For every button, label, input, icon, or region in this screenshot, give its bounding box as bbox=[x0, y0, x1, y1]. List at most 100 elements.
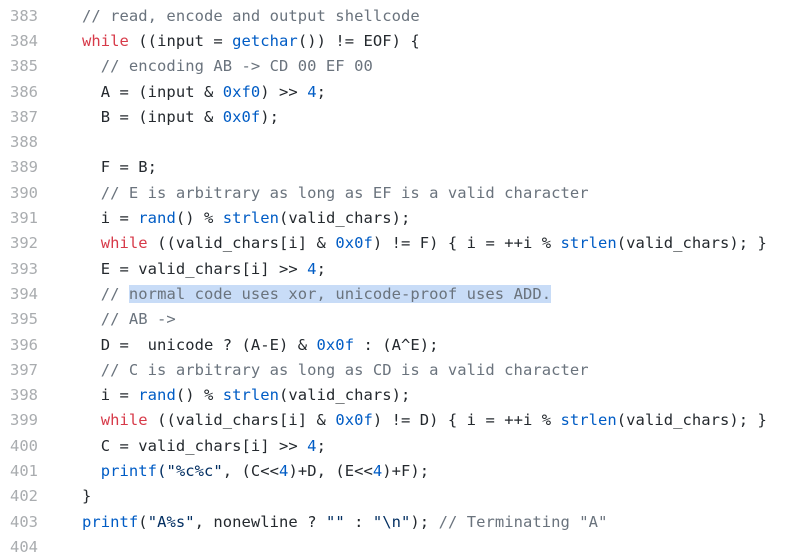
code-line[interactable]: 399 while ((valid_chars[i] & 0x0f) != D)… bbox=[0, 408, 800, 433]
code-line[interactable]: 384 while ((input = getchar()) != EOF) { bbox=[0, 28, 800, 53]
code-line[interactable]: 394 // normal code uses xor, unicode-pro… bbox=[0, 281, 800, 306]
line-number[interactable]: 395 bbox=[0, 310, 38, 328]
line-code[interactable]: while ((valid_chars[i] & 0x0f) != D) { i… bbox=[82, 411, 767, 429]
code-token-num: 4 bbox=[307, 259, 317, 278]
line-code[interactable]: printf("%c%c", (C<<4)+D, (E<<4)+F); bbox=[82, 462, 429, 480]
line-code[interactable]: B = (input & 0x0f); bbox=[82, 108, 279, 126]
code-line[interactable]: 387 B = (input & 0x0f); bbox=[0, 104, 800, 129]
line-number[interactable]: 393 bbox=[0, 260, 38, 278]
line-code[interactable]: F = B; bbox=[82, 158, 157, 176]
line-number[interactable]: 401 bbox=[0, 462, 38, 480]
code-token-func: getchar bbox=[232, 31, 298, 50]
line-number[interactable]: 390 bbox=[0, 184, 38, 202]
code-token-comment: // encoding AB -> CD 00 EF 00 bbox=[82, 57, 373, 76]
line-code[interactable]: // C is arbitrary as long as CD is a val… bbox=[82, 361, 589, 379]
code-line[interactable]: 404 bbox=[0, 534, 800, 559]
code-token-plain: ((valid_chars[i] & bbox=[147, 411, 336, 430]
code-token-plain: (valid_chars); bbox=[279, 209, 411, 228]
line-code[interactable]: E = valid_chars[i] >> 4; bbox=[82, 260, 326, 278]
code-token-plain: )+F); bbox=[382, 461, 430, 480]
line-number[interactable]: 403 bbox=[0, 513, 38, 531]
code-line[interactable]: 395 // AB -> bbox=[0, 307, 800, 332]
code-line[interactable]: 392 while ((valid_chars[i] & 0x0f) != F)… bbox=[0, 231, 800, 256]
line-number[interactable]: 391 bbox=[0, 209, 38, 227]
code-token-num: 0x0f bbox=[222, 107, 261, 126]
code-token-plain: (valid_chars); } bbox=[616, 411, 767, 430]
line-code[interactable]: // read, encode and output shellcode bbox=[82, 7, 420, 25]
line-code[interactable]: // normal code uses xor, unicode-proof u… bbox=[82, 284, 552, 303]
code-token-keyword: while bbox=[100, 234, 148, 253]
code-token-plain: , nonewline ? bbox=[194, 512, 326, 531]
line-code[interactable]: i = rand() % strlen(valid_chars); bbox=[82, 386, 411, 405]
line-code[interactable]: // encoding AB -> CD 00 EF 00 bbox=[82, 57, 373, 75]
code-token-plain: () % bbox=[175, 386, 223, 405]
line-code[interactable]: A = (input & 0xf0) >> 4; bbox=[82, 83, 326, 101]
code-token-comment: // E is arbitrary as long as EF is a val… bbox=[82, 183, 589, 202]
line-code[interactable]: while ((input = getchar()) != EOF) { bbox=[82, 32, 420, 50]
code-token-plain: : (A^E); bbox=[354, 335, 439, 354]
line-number[interactable]: 392 bbox=[0, 234, 38, 252]
code-token-string: ("%c%c" bbox=[157, 461, 223, 480]
line-number[interactable]: 398 bbox=[0, 386, 38, 404]
line-number[interactable]: 404 bbox=[0, 538, 38, 556]
line-number[interactable]: 397 bbox=[0, 361, 38, 379]
code-token-plain: C = valid_chars[i] >> bbox=[82, 436, 308, 455]
code-token-plain: B = (input & bbox=[82, 107, 223, 126]
code-line[interactable]: 397 // C is arbitrary as long as CD is a… bbox=[0, 357, 800, 382]
line-number[interactable]: 402 bbox=[0, 487, 38, 505]
code-line[interactable]: 400 C = valid_chars[i] >> 4; bbox=[0, 433, 800, 458]
line-number[interactable]: 385 bbox=[0, 57, 38, 75]
line-code[interactable]: i = rand() % strlen(valid_chars); bbox=[82, 209, 411, 228]
code-token-string: "\n" bbox=[372, 512, 411, 531]
code-line[interactable]: 402} bbox=[0, 484, 800, 509]
code-token-plain: )+D, (E<< bbox=[288, 461, 373, 480]
code-token-plain: A = (input & bbox=[82, 82, 223, 101]
line-number[interactable]: 396 bbox=[0, 336, 38, 354]
code-line[interactable]: 403 printf("A%s", nonewline ? "" : "\n");… bbox=[0, 509, 800, 534]
line-code[interactable]: while ((valid_chars[i] & 0x0f) != F) { i… bbox=[82, 234, 767, 252]
line-number[interactable]: 388 bbox=[0, 133, 38, 151]
code-line[interactable]: 393 E = valid_chars[i] >> 4; bbox=[0, 256, 800, 281]
code-token-func: strlen bbox=[222, 386, 280, 405]
code-token-plain: ) != F) { i = ++i % bbox=[372, 234, 561, 253]
line-number[interactable]: 389 bbox=[0, 158, 38, 176]
code-line[interactable]: 385 // encoding AB -> CD 00 EF 00 bbox=[0, 54, 800, 79]
code-token-plain: , (C<< bbox=[222, 461, 280, 480]
code-token-plain: ) != D) { i = ++i % bbox=[372, 411, 561, 430]
code-token-plain: () % bbox=[175, 209, 223, 228]
code-view[interactable]: 383// read, encode and output shellcode 3… bbox=[0, 3, 800, 560]
code-token-keyword: while bbox=[100, 411, 148, 430]
code-line[interactable]: 388 bbox=[0, 129, 800, 154]
code-line[interactable]: 398 i = rand() % strlen(valid_chars); bbox=[0, 382, 800, 407]
line-number[interactable]: 400 bbox=[0, 437, 38, 455]
code-token-plain: ()) != EOF) { bbox=[297, 31, 420, 50]
code-token-comment: // read, encode and output shellcode bbox=[82, 6, 420, 25]
line-code[interactable]: D = unicode ? (A-E) & 0x0f : (A^E); bbox=[82, 336, 439, 354]
code-line[interactable]: 396 D = unicode ? (A-E) & 0x0f : (A^E); bbox=[0, 332, 800, 357]
line-code[interactable]: } bbox=[82, 487, 91, 505]
line-number[interactable]: 384 bbox=[0, 32, 38, 50]
line-number[interactable]: 386 bbox=[0, 83, 38, 101]
code-token-comment: // C is arbitrary as long as CD is a val… bbox=[82, 360, 589, 379]
code-token-func: printf bbox=[82, 512, 139, 531]
line-number[interactable]: 383 bbox=[0, 7, 38, 25]
code-line[interactable]: 383 // read, encode and output shellcode bbox=[0, 3, 800, 28]
code-line[interactable]: 390 // E is arbitrary as long as EF is a… bbox=[0, 180, 800, 205]
code-token-func: rand bbox=[138, 386, 176, 405]
line-code[interactable]: printf("A%s", nonewline ? "" : "\n"); //… bbox=[82, 513, 607, 531]
line-code[interactable]: // AB -> bbox=[82, 310, 176, 328]
line-number[interactable]: 399 bbox=[0, 411, 38, 429]
code-line[interactable]: 391 i = rand() % strlen(valid_chars); bbox=[0, 205, 800, 230]
line-number[interactable]: 387 bbox=[0, 108, 38, 126]
code-line[interactable]: 386 A = (input & 0xf0) >> 4; bbox=[0, 79, 800, 104]
code-token-num: 0x0f bbox=[335, 411, 373, 430]
code-token-plain: i = bbox=[82, 209, 139, 228]
code-token-plain: (valid_chars); bbox=[279, 386, 411, 405]
line-code[interactable]: C = valid_chars[i] >> 4; bbox=[82, 437, 326, 455]
code-line[interactable]: 389 F = B; bbox=[0, 155, 800, 180]
line-number[interactable]: 394 bbox=[0, 285, 38, 303]
code-token-plain: ( bbox=[138, 512, 148, 531]
line-code[interactable]: // E is arbitrary as long as EF is a val… bbox=[82, 184, 589, 202]
code-line[interactable]: 401 printf("%c%c", (C<<4)+D, (E<<4)+F); bbox=[0, 458, 800, 483]
